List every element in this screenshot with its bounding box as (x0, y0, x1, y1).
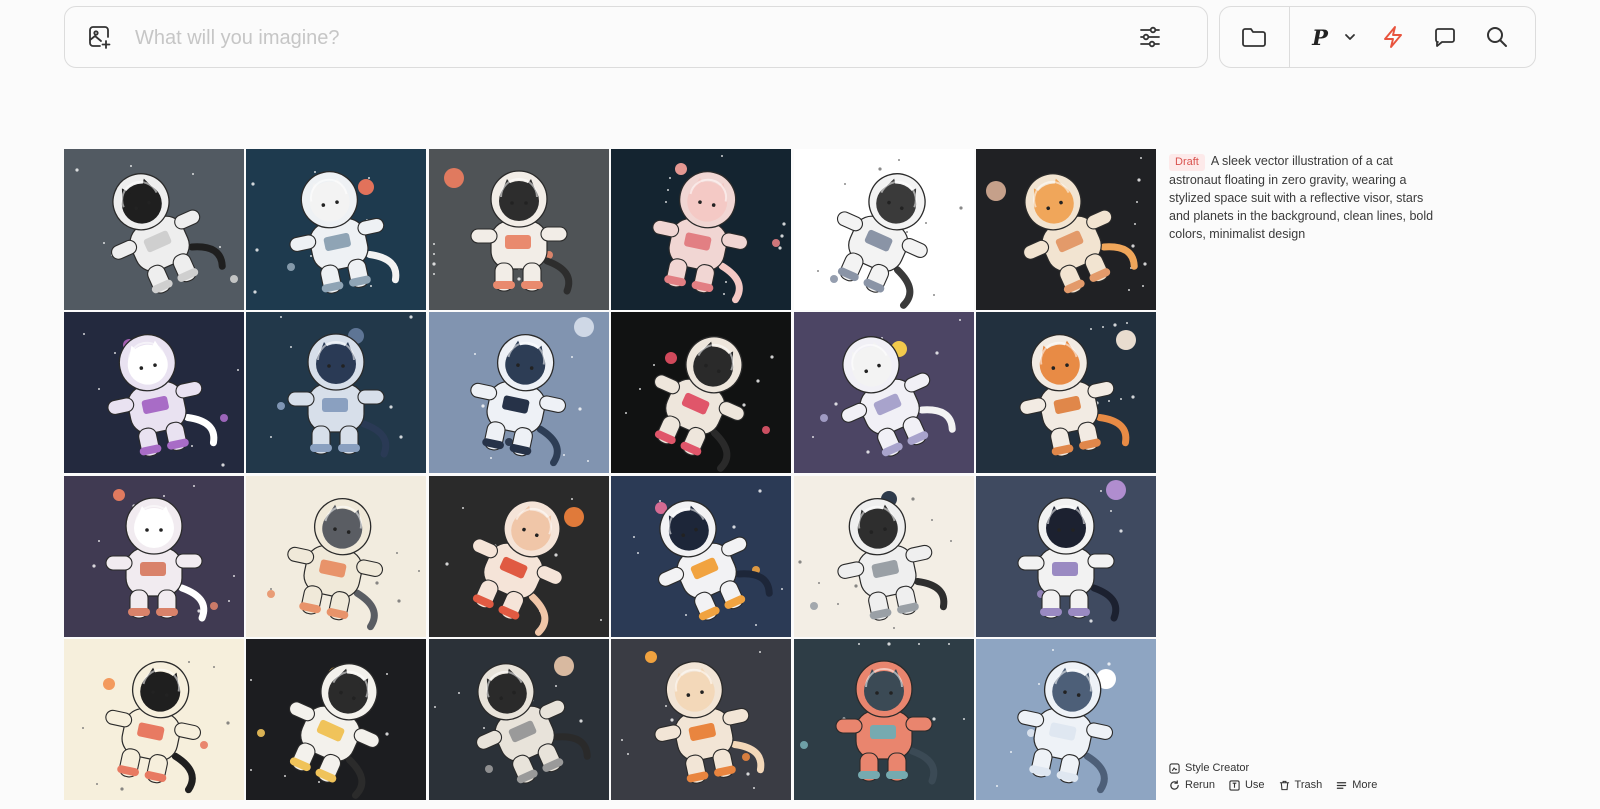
generated-image[interactable] (246, 639, 427, 801)
prompt-text[interactable]: A sleek vector illustration of a cat ast… (1169, 154, 1433, 241)
generated-image[interactable] (793, 312, 974, 474)
rerun-icon (1169, 779, 1180, 791)
generated-image[interactable] (64, 149, 244, 310)
generated-image[interactable] (428, 149, 609, 310)
rerun-button[interactable]: Rerun (1169, 779, 1215, 791)
astronaut-cat-illustration (975, 312, 1156, 474)
prompt-bar (64, 6, 1208, 68)
astronaut-cat-illustration (975, 149, 1156, 310)
astronaut-cat-illustration (793, 149, 974, 310)
generated-image[interactable] (64, 312, 244, 474)
lightning-icon[interactable] (1378, 22, 1408, 52)
generated-image[interactable] (64, 639, 244, 801)
search-icon[interactable] (1482, 22, 1512, 52)
more-button[interactable]: More (1336, 779, 1377, 791)
folder-icon[interactable] (1238, 22, 1270, 52)
astronaut-cat-illustration (246, 149, 427, 310)
image-add-icon[interactable] (85, 22, 115, 52)
generated-image[interactable] (428, 475, 609, 637)
astronaut-cat-illustration (793, 639, 974, 801)
use-label: Use (1244, 779, 1265, 791)
generated-image[interactable] (611, 149, 792, 310)
status-badge: Draft (1169, 154, 1205, 171)
astronaut-cat-illustration (611, 639, 792, 801)
generated-image[interactable] (975, 475, 1156, 637)
generated-image[interactable] (246, 475, 427, 637)
astronaut-cat-illustration (246, 639, 427, 801)
trash-button[interactable]: Trash (1279, 779, 1323, 791)
use-icon (1229, 779, 1240, 791)
astronaut-cat-illustration (246, 312, 427, 474)
astronaut-cat-illustration (64, 312, 244, 474)
image-grid (64, 149, 1156, 803)
astronaut-cat-illustration (428, 149, 609, 310)
generated-image[interactable] (611, 475, 792, 637)
astronaut-cat-illustration (611, 149, 792, 310)
more-icon (1336, 780, 1347, 791)
chat-bubble-icon[interactable] (1430, 22, 1460, 52)
astronaut-cat-illustration (246, 475, 427, 637)
job-actions: Style Creator Rerun Use Trash More (1169, 762, 1377, 796)
generated-image[interactable] (611, 312, 792, 474)
generated-image[interactable] (428, 312, 609, 474)
generated-image[interactable] (793, 639, 974, 801)
astronaut-cat-illustration (428, 475, 609, 637)
astronaut-cat-illustration (793, 312, 974, 474)
model-selector[interactable]: P (1302, 21, 1366, 53)
astronaut-cat-illustration (64, 639, 244, 801)
generated-image[interactable] (246, 312, 427, 474)
style-creator-icon (1169, 762, 1180, 774)
astronaut-cat-illustration (611, 475, 792, 637)
generated-image[interactable] (793, 149, 974, 310)
generated-image[interactable] (246, 149, 427, 310)
use-button[interactable]: Use (1229, 779, 1265, 791)
more-label: More (1352, 779, 1378, 791)
generated-image[interactable] (975, 639, 1156, 801)
trash-icon (1279, 780, 1290, 791)
generated-image[interactable] (64, 475, 244, 637)
astronaut-cat-illustration (428, 312, 609, 474)
sliders-icon[interactable] (1135, 22, 1165, 52)
rerun-label: Rerun (1185, 779, 1215, 791)
trash-label: Trash (1294, 779, 1323, 791)
generated-image[interactable] (975, 312, 1156, 474)
prompt-input[interactable] (133, 21, 1137, 55)
generated-image[interactable] (428, 639, 609, 801)
job-details: Draft A sleek vector illustration of a ca… (1169, 152, 1439, 243)
astronaut-cat-illustration (793, 475, 974, 637)
astronaut-cat-illustration (975, 475, 1156, 637)
generated-image[interactable] (793, 475, 974, 637)
model-letter: P (1312, 24, 1328, 50)
generated-image[interactable] (611, 639, 792, 801)
chevron-down-icon (1344, 33, 1356, 41)
style-creator-label: Style Creator (1185, 762, 1250, 774)
astronaut-cat-illustration (64, 149, 244, 310)
astronaut-cat-illustration (64, 475, 244, 637)
toolbar: P (1219, 6, 1536, 68)
astronaut-cat-illustration (611, 312, 792, 474)
astronaut-cat-illustration (975, 639, 1156, 801)
style-creator-button[interactable]: Style Creator (1169, 762, 1249, 774)
toolbar-divider (1289, 7, 1290, 67)
generated-image[interactable] (975, 149, 1156, 310)
astronaut-cat-illustration (428, 639, 609, 801)
